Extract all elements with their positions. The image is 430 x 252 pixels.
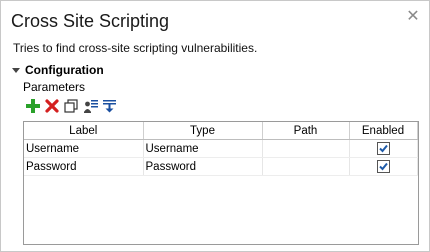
caret-down-icon[interactable]	[12, 67, 20, 73]
parameters-table: Label Type Path Enabled Username Usernam…	[23, 121, 419, 245]
table-header-row: Label Type Path Enabled	[24, 122, 418, 140]
parameters-toolbar	[25, 97, 117, 115]
configuration-section-header[interactable]: Configuration	[12, 63, 104, 77]
column-header-label[interactable]: Label	[24, 122, 144, 140]
add-button[interactable]	[25, 97, 41, 115]
checkmark-icon	[378, 162, 388, 171]
cell-path[interactable]	[262, 139, 350, 158]
column-header-path[interactable]: Path	[262, 122, 350, 140]
cell-enabled	[349, 139, 418, 158]
edit-list-icon	[83, 99, 98, 113]
panel-title: Cross Site Scripting	[11, 11, 170, 31]
enabled-checkbox[interactable]	[376, 160, 390, 173]
close-icon[interactable]: ✕	[406, 9, 420, 25]
cell-type[interactable]: Username	[143, 139, 263, 158]
copy-button[interactable]	[63, 97, 79, 115]
section-label: Configuration	[25, 63, 104, 77]
sort-down-button[interactable]	[101, 97, 117, 115]
copy-icon	[64, 99, 78, 113]
cell-label[interactable]: Username	[24, 139, 144, 158]
table-row[interactable]: Username Username	[24, 139, 418, 158]
checkmark-icon	[378, 144, 388, 153]
delete-icon	[45, 99, 59, 113]
add-icon	[26, 99, 40, 113]
enabled-checkbox[interactable]	[376, 142, 390, 155]
parameters-label: Parameters	[23, 80, 86, 94]
table-row[interactable]: Password Password	[24, 157, 418, 176]
sort-down-icon	[102, 99, 116, 112]
cell-label[interactable]: Password	[24, 157, 144, 176]
delete-button[interactable]	[44, 97, 60, 115]
column-header-type[interactable]: Type	[143, 122, 263, 140]
column-header-enabled[interactable]: Enabled	[349, 122, 418, 140]
cell-type[interactable]: Password	[143, 157, 263, 176]
edit-list-button[interactable]	[82, 97, 98, 115]
cell-path[interactable]	[262, 157, 350, 176]
description: Tries to find cross-site scripting vulne…	[13, 41, 258, 55]
cell-enabled	[349, 157, 418, 176]
panel: Cross Site Scripting ✕ Tries to find cro…	[0, 0, 430, 252]
